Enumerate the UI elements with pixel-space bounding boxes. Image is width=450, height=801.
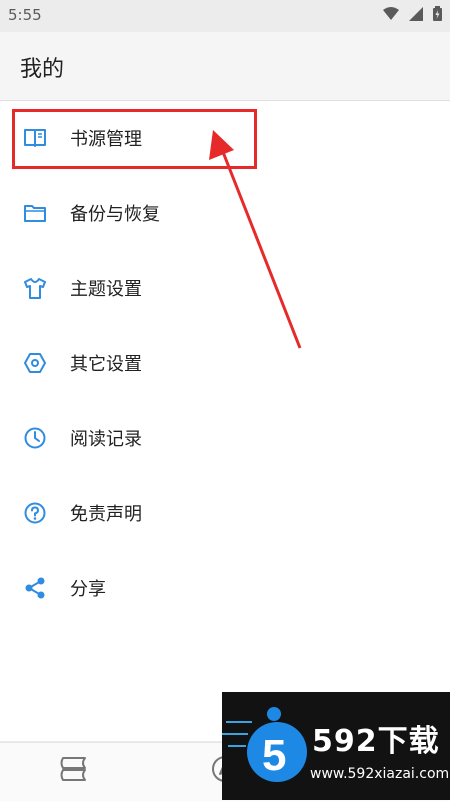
watermark-logo-text: 592下载 [312, 724, 440, 759]
annotation-arrow [209, 130, 302, 349]
watermark: 5 592下载 www.592xiazai.com [222, 692, 450, 800]
bookshelf-icon [59, 756, 89, 786]
watermark-url: www.592xiazai.com [310, 766, 450, 782]
nav-bookshelf[interactable] [54, 753, 94, 789]
watermark-logo: 5 [222, 707, 307, 782]
svg-text:5: 5 [262, 731, 286, 780]
